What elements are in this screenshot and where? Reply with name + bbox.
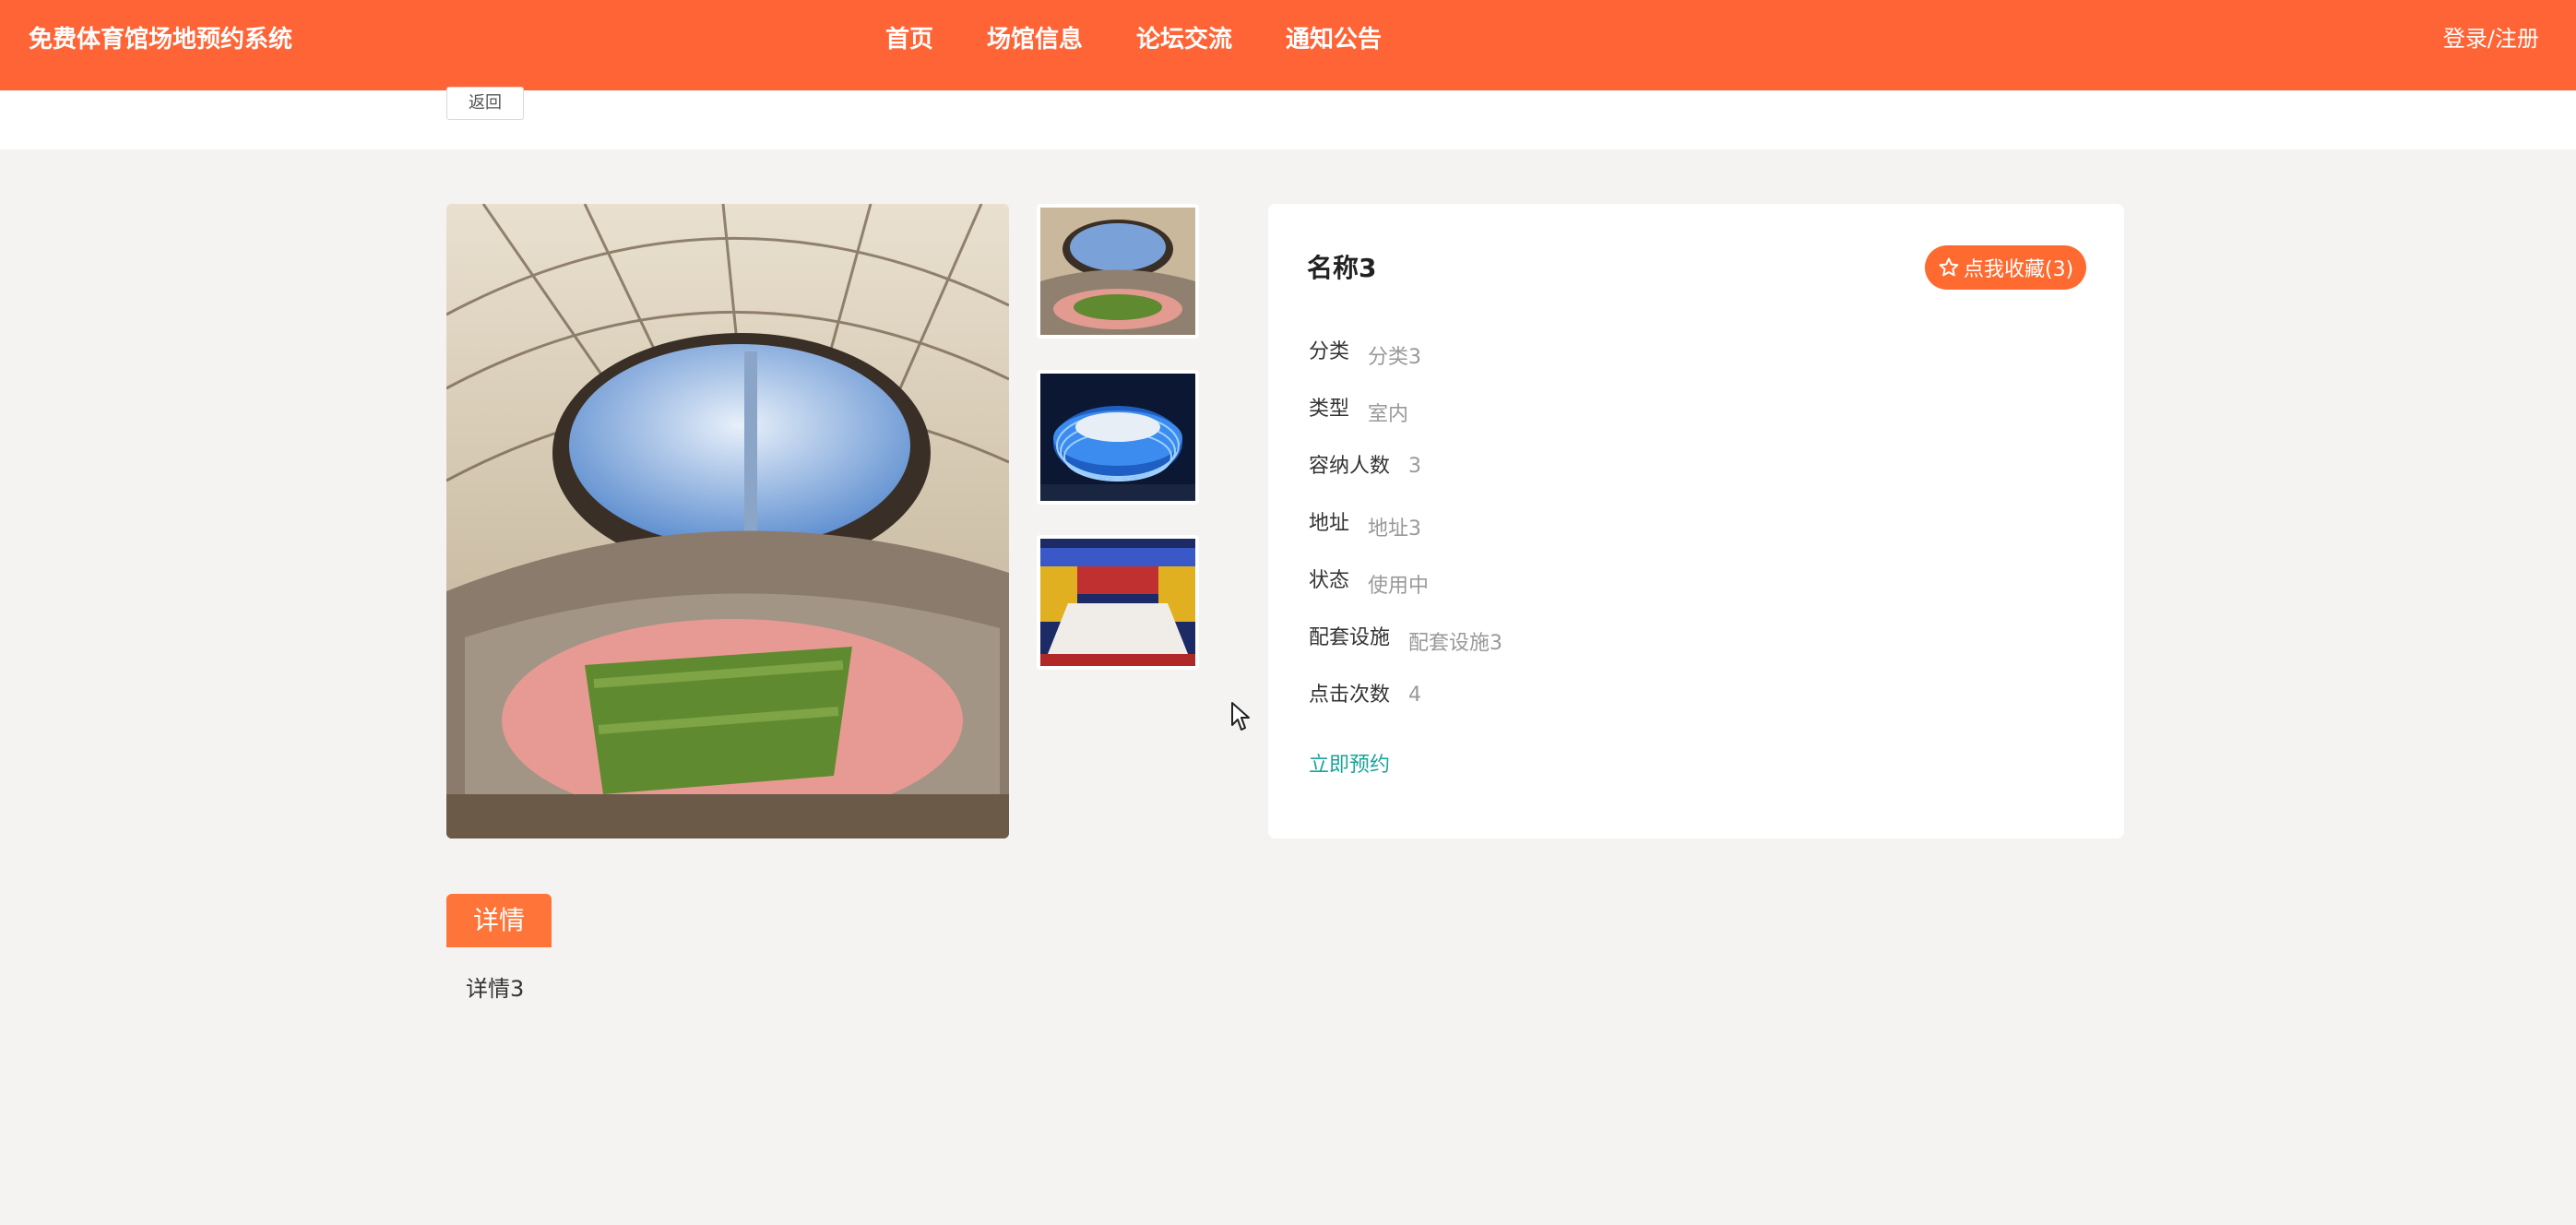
- venue-name: 名称3: [1307, 253, 1377, 283]
- main-venue-photo: [446, 204, 1009, 838]
- field-label: 点击次数: [1309, 684, 1391, 707]
- site-title[interactable]: 免费体育馆场地预约系统: [29, 20, 292, 54]
- book-now-link[interactable]: 立即预约: [1309, 748, 1390, 778]
- thumbnail-stadium-2[interactable]: [1037, 370, 1199, 505]
- field-address: 地址 地址3: [1309, 506, 1421, 541]
- field-status: 状态 使用中: [1309, 564, 1429, 599]
- field-value: 使用中: [1368, 575, 1430, 598]
- field-label: 分类: [1309, 340, 1350, 363]
- field-label: 配套设施: [1309, 626, 1391, 649]
- mouse-cursor-icon: [1231, 702, 1250, 731]
- field-value: 分类3: [1368, 346, 1422, 369]
- nav-home[interactable]: 首页: [885, 20, 933, 54]
- field-label: 类型: [1309, 398, 1350, 421]
- detail-content: 详情3: [466, 976, 525, 1002]
- field-facilities: 配套设施 配套设施3: [1309, 621, 1502, 656]
- top-navbar: 免费体育馆场地预约系统 首页 场馆信息 论坛交流 通知公告 登录/注册: [0, 0, 2576, 90]
- favorite-button[interactable]: 点我收藏(3): [1925, 245, 2087, 290]
- field-label: 状态: [1309, 569, 1350, 592]
- nav-forum[interactable]: 论坛交流: [1136, 20, 1232, 54]
- field-label: 地址: [1309, 512, 1350, 535]
- field-value: 4: [1408, 684, 1422, 707]
- thumbnail-stadium-1[interactable]: [1037, 204, 1199, 339]
- field-capacity: 容纳人数 3: [1309, 449, 1421, 479]
- venue-info-card: 名称3 点我收藏(3) 分类 分类3 类型 室内 容纳人数 3 地址 地址3 状…: [1268, 204, 2124, 838]
- field-label: 容纳人数: [1309, 455, 1391, 478]
- field-value: 地址3: [1368, 517, 1422, 541]
- field-value: 配套设施3: [1408, 632, 1503, 655]
- nav-notices[interactable]: 通知公告: [1286, 20, 1382, 54]
- tab-detail[interactable]: 详情: [446, 894, 552, 947]
- field-type: 类型 室内: [1309, 392, 1408, 427]
- favorite-label: 点我收藏(3): [1964, 258, 2074, 281]
- back-strip: [0, 90, 2576, 149]
- field-value: 3: [1408, 455, 1422, 478]
- star-icon: [1939, 257, 1959, 277]
- login-register-link[interactable]: 登录/注册: [2443, 20, 2539, 53]
- thumbnail-arena-3[interactable]: [1037, 535, 1199, 670]
- main-nav: 首页 场馆信息 论坛交流 通知公告: [885, 20, 1435, 54]
- field-value: 室内: [1368, 403, 1409, 426]
- field-category: 分类 分类3: [1309, 335, 1421, 370]
- field-click-count: 点击次数 4: [1309, 678, 1421, 708]
- nav-venues[interactable]: 场馆信息: [987, 20, 1083, 54]
- back-button[interactable]: 返回: [446, 87, 524, 120]
